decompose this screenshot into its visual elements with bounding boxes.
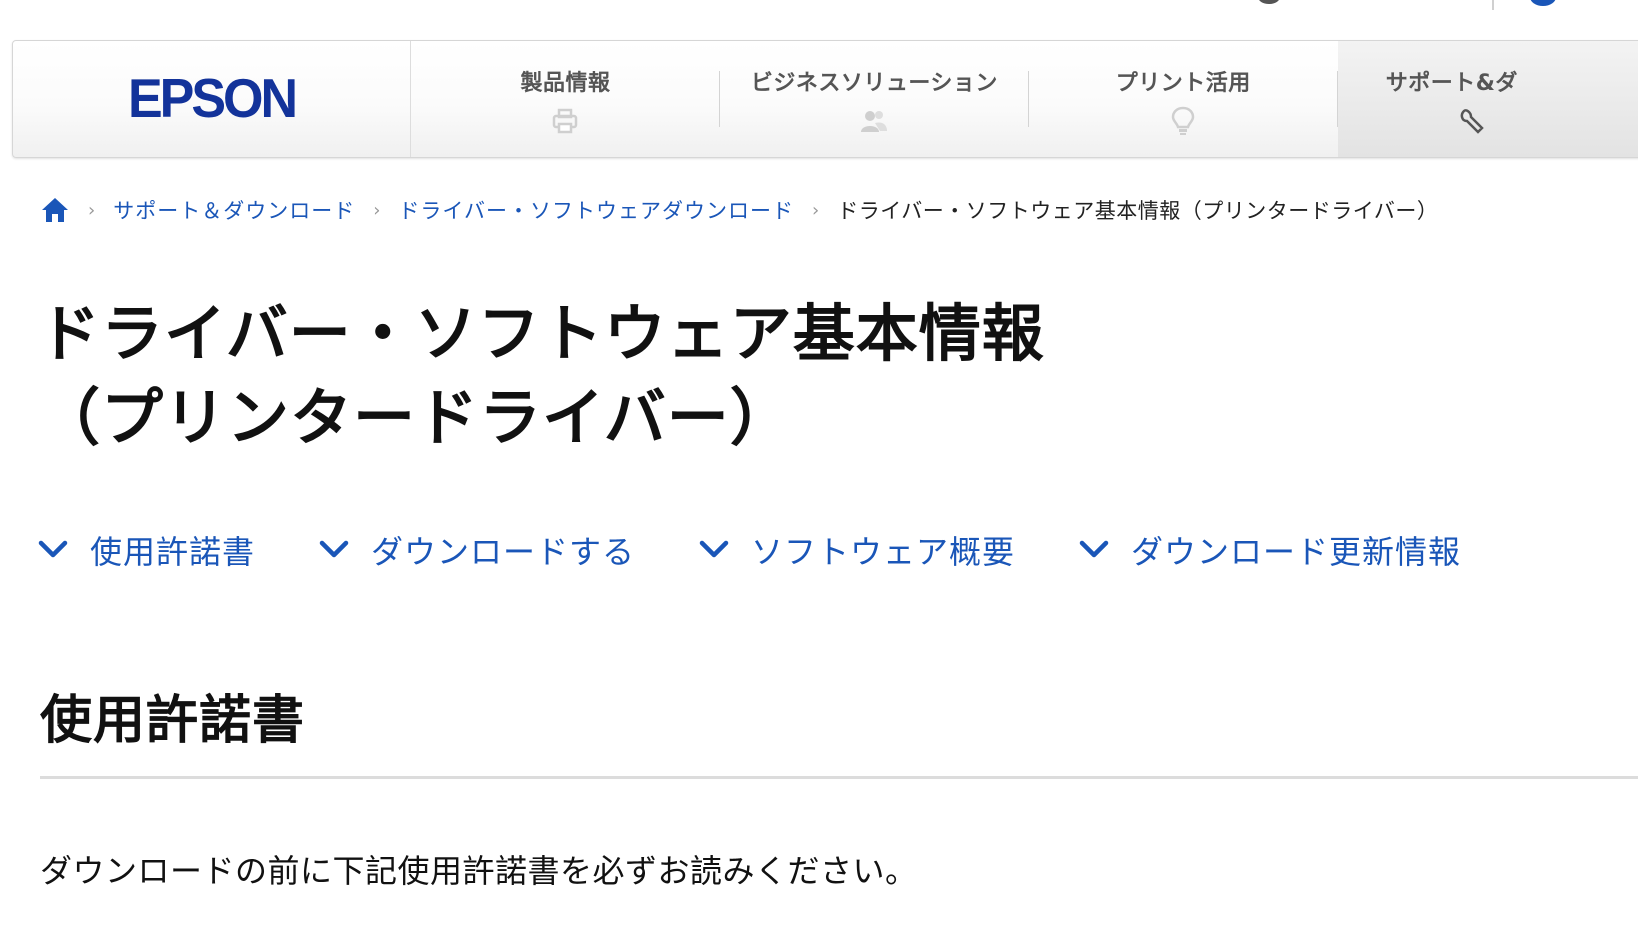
- breadcrumb-separator-icon: ›: [88, 199, 96, 221]
- page-root: EPSON 製品情報 ビジネスソリューション プリント活用 サポート&ダ › サ…: [0, 0, 1638, 936]
- anchor-link-label: 使用許諾書: [90, 533, 256, 571]
- nav-item-label: 製品情報: [520, 71, 611, 96]
- nav-item-label: プリント活用: [1115, 71, 1251, 96]
- anchor-link-label: ソフトウェア概要: [751, 533, 1016, 571]
- nav-item-business[interactable]: ビジネスソリューション: [720, 41, 1029, 157]
- top-globe-icon[interactable]: [1530, 0, 1556, 6]
- breadcrumb-link-driver-download[interactable]: ドライバー・ソフトウェアダウンロード: [398, 195, 794, 225]
- wrench-icon: [1456, 105, 1488, 137]
- nav-item-products[interactable]: 製品情報: [411, 41, 720, 157]
- breadcrumb-link-support[interactable]: サポート＆ダウンロード: [113, 195, 355, 225]
- anchor-link-label: ダウンロード更新情報: [1131, 533, 1462, 571]
- top-divider: [1492, 0, 1494, 10]
- anchor-link-label: ダウンロードする: [371, 533, 636, 571]
- breadcrumb-separator-icon: ›: [373, 199, 381, 221]
- epson-logo: EPSON: [127, 68, 298, 130]
- breadcrumb-separator-icon: ›: [812, 199, 820, 221]
- global-nav: EPSON 製品情報 ビジネスソリューション プリント活用 サポート&ダ: [12, 40, 1638, 158]
- people-icon: [858, 105, 890, 137]
- chevron-down-icon: [38, 538, 68, 562]
- top-menu-fragment: [1258, 0, 1280, 4]
- anchor-nav: 使用許諾書 ダウンロードする ソフトウェア概要 ダウンロード更新情報: [38, 524, 1461, 576]
- page-title-line-2: （プリンタードライバー）: [38, 381, 793, 454]
- page-title-line-1: ドライバー・ソフトウェア基本情報: [38, 297, 1045, 370]
- page-title: ドライバー・ソフトウェア基本情報 （プリンタードライバー）: [38, 292, 1045, 460]
- chevron-down-icon: [319, 538, 349, 562]
- anchor-link-overview[interactable]: ソフトウェア概要: [699, 527, 1015, 573]
- nav-item-label: ビジネスソリューション: [750, 71, 998, 96]
- section-divider: [40, 776, 1638, 779]
- nav-item-support[interactable]: サポート&ダ: [1337, 41, 1638, 157]
- anchor-link-license[interactable]: 使用許諾書: [38, 527, 255, 573]
- nav-item-print-use[interactable]: プリント活用: [1029, 41, 1338, 157]
- anchor-link-download[interactable]: ダウンロードする: [319, 527, 635, 573]
- logo-link[interactable]: EPSON: [13, 41, 412, 157]
- section-title-license: 使用許諾書: [40, 691, 306, 751]
- nav-item-label: サポート&ダ: [1385, 71, 1518, 96]
- breadcrumb: › サポート＆ダウンロード › ドライバー・ソフトウェアダウンロード › ドライ…: [40, 190, 1438, 230]
- breadcrumb-current: ドライバー・ソフトウェア基本情報（プリンタードライバー）: [837, 199, 1439, 223]
- home-icon[interactable]: [40, 195, 70, 225]
- anchor-link-update-info[interactable]: ダウンロード更新情報: [1079, 527, 1461, 573]
- lightbulb-icon: [1167, 105, 1199, 137]
- section-intro-text: ダウンロードの前に下記使用許諾書を必ずお読みください。: [40, 852, 918, 890]
- printer-icon: [549, 105, 581, 137]
- chevron-down-icon: [1079, 538, 1109, 562]
- chevron-down-icon: [699, 538, 729, 562]
